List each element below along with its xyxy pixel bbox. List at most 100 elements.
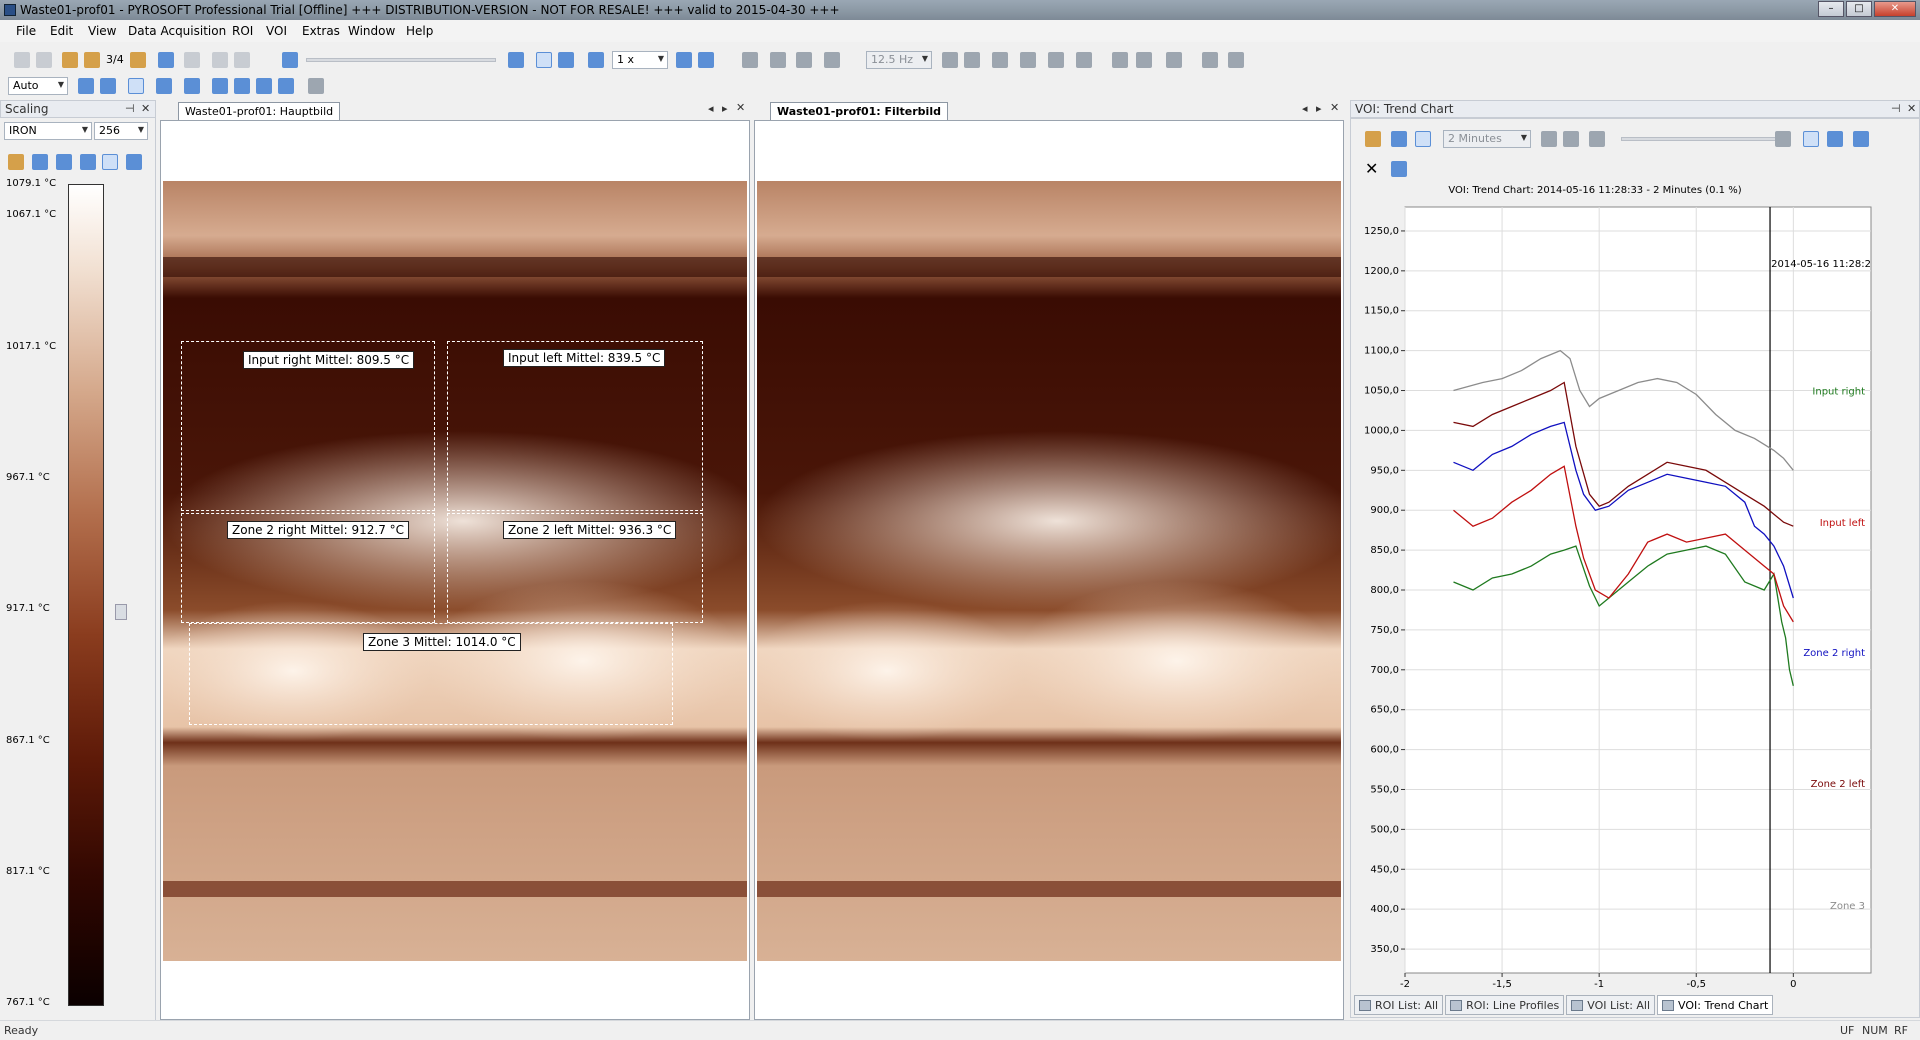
scroll-tabs-right-icon[interactable]: ▸ bbox=[1316, 102, 1322, 115]
print-preview-icon[interactable] bbox=[234, 52, 250, 68]
trend-close-icon[interactable]: ✕ bbox=[1907, 102, 1916, 115]
next-frame-icon[interactable] bbox=[130, 52, 146, 68]
calibration-icon[interactable] bbox=[1112, 52, 1128, 68]
cursor-tool-icon[interactable] bbox=[308, 78, 324, 94]
scale-max-scrollbar[interactable] bbox=[114, 184, 128, 584]
trend-copy-icon[interactable] bbox=[1827, 131, 1843, 147]
close-button[interactable]: ✕ bbox=[1874, 1, 1916, 17]
menu-data-acquisition[interactable]: Data Acquisition bbox=[128, 24, 226, 38]
menu-window[interactable]: Window bbox=[348, 24, 395, 38]
speed-up-icon[interactable] bbox=[676, 52, 692, 68]
menu-view[interactable]: View bbox=[88, 24, 116, 38]
alarm-icon[interactable] bbox=[1166, 52, 1182, 68]
trend-refresh-icon[interactable] bbox=[1365, 131, 1381, 147]
maximize-button[interactable]: □ bbox=[1846, 1, 1872, 17]
main-thermal-image[interactable]: Input right Mittel: 809.5 °C Input left … bbox=[163, 181, 747, 961]
fit-window-icon[interactable] bbox=[128, 78, 144, 94]
filter-icon[interactable] bbox=[992, 52, 1008, 68]
stop-acquisition-icon[interactable] bbox=[942, 52, 958, 68]
scroll-tabs-right-icon[interactable]: ▸ bbox=[722, 102, 728, 115]
print-icon[interactable] bbox=[212, 52, 228, 68]
zoom-out-icon[interactable] bbox=[100, 78, 116, 94]
copy-icon[interactable] bbox=[184, 52, 200, 68]
rotate-right-icon[interactable] bbox=[278, 78, 294, 94]
scale-expand-icon[interactable] bbox=[32, 154, 48, 170]
trend-interval-select[interactable]: 2 Minutes ▼ bbox=[1443, 130, 1531, 148]
trend-vertical-scrollbar[interactable] bbox=[1891, 189, 1905, 979]
menu-edit[interactable]: Edit bbox=[50, 24, 73, 38]
menu-file[interactable]: File bbox=[16, 24, 36, 38]
tab-main-image[interactable]: Waste01-prof01: Hauptbild bbox=[178, 102, 341, 120]
tab-filter-image[interactable]: Waste01-prof01: Filterbild bbox=[770, 102, 948, 120]
trend-save-icon[interactable] bbox=[1391, 161, 1407, 177]
tab-voi-list[interactable]: VOI List: All bbox=[1566, 995, 1656, 1015]
fast-forward-icon[interactable] bbox=[558, 52, 574, 68]
play-icon[interactable] bbox=[508, 52, 524, 68]
trend-pin-icon[interactable]: ⊣ bbox=[1891, 102, 1901, 115]
zoom-mode-select[interactable]: Auto ▼ bbox=[8, 77, 68, 95]
palette-select[interactable]: IRON ▼ bbox=[4, 122, 92, 140]
stop-icon[interactable] bbox=[588, 52, 604, 68]
save-icon[interactable] bbox=[158, 52, 174, 68]
trend-zoom-in-icon[interactable] bbox=[1541, 131, 1557, 147]
tab-voi-trend-chart[interactable]: VOI: Trend Chart bbox=[1657, 995, 1774, 1015]
flip-vertical-icon[interactable] bbox=[234, 78, 250, 94]
trend-zoom-out-icon[interactable] bbox=[1563, 131, 1579, 147]
trend-export-icon[interactable] bbox=[1415, 131, 1431, 147]
rate-select[interactable]: 12.5 Hz ▼ bbox=[866, 51, 932, 69]
filter-view-close-icon[interactable]: ✕ bbox=[1330, 101, 1339, 114]
acquisition-icon[interactable] bbox=[824, 52, 840, 68]
main-view-close-icon[interactable]: ✕ bbox=[736, 101, 745, 114]
previous-frame-icon[interactable] bbox=[84, 52, 100, 68]
playback-slider[interactable] bbox=[306, 58, 496, 62]
trigger-icon[interactable] bbox=[964, 52, 980, 68]
flip-horizontal-icon[interactable] bbox=[212, 78, 228, 94]
step-back-icon[interactable] bbox=[770, 52, 786, 68]
scale-auto-icon[interactable] bbox=[8, 154, 24, 170]
zoom-in-icon[interactable] bbox=[78, 78, 94, 94]
camera-settings-icon[interactable] bbox=[1048, 52, 1064, 68]
scale-min-down-icon[interactable] bbox=[80, 154, 96, 170]
scale-min-scrollbar[interactable] bbox=[114, 600, 128, 1010]
trend-settings-icon[interactable] bbox=[1391, 131, 1407, 147]
menu-voi[interactable]: VOI bbox=[266, 24, 287, 38]
open-folder-icon[interactable] bbox=[62, 52, 78, 68]
scaling-close-icon[interactable]: ✕ bbox=[141, 102, 150, 115]
trend-clear-icon[interactable]: ✕ bbox=[1365, 159, 1378, 178]
speed-down-icon[interactable] bbox=[698, 52, 714, 68]
pin-icon[interactable]: ⊣ bbox=[125, 102, 135, 115]
scroll-tabs-left-icon[interactable]: ◂ bbox=[708, 102, 714, 115]
trend-jump-icon[interactable] bbox=[1775, 131, 1791, 147]
trend-pan-icon[interactable] bbox=[1589, 131, 1605, 147]
menu-help[interactable]: Help bbox=[406, 24, 433, 38]
menu-roi[interactable]: ROI bbox=[232, 24, 253, 38]
trend-chart[interactable]: VOI: Trend Chart: 2014-05-16 11:28:33 - … bbox=[1355, 179, 1885, 993]
temperature-scale-bar[interactable] bbox=[68, 184, 104, 1006]
rewind-icon[interactable] bbox=[282, 52, 298, 68]
tab-roi-line-profiles[interactable]: ROI: Line Profiles bbox=[1445, 995, 1565, 1015]
tab-roi-list[interactable]: ROI List: All bbox=[1354, 995, 1444, 1015]
filter-thermal-image[interactable] bbox=[757, 181, 1341, 961]
alarm-settings-icon[interactable] bbox=[1202, 52, 1218, 68]
calibration-settings-icon[interactable] bbox=[1136, 52, 1152, 68]
rotate-left-icon[interactable] bbox=[256, 78, 272, 94]
trend-table-icon[interactable] bbox=[1853, 131, 1869, 147]
pause-icon[interactable] bbox=[536, 52, 552, 68]
scale-reset-icon[interactable] bbox=[126, 154, 142, 170]
scale-slider-thumb[interactable] bbox=[115, 604, 127, 620]
trend-time-slider[interactable] bbox=[1621, 137, 1781, 141]
new-project-icon[interactable] bbox=[36, 52, 52, 68]
scale-range-icon[interactable] bbox=[102, 154, 118, 170]
minimize-button[interactable]: – bbox=[1818, 1, 1844, 17]
record-icon[interactable] bbox=[742, 52, 758, 68]
grid-icon[interactable] bbox=[184, 78, 200, 94]
scale-max-up-icon[interactable] bbox=[56, 154, 72, 170]
speed-select[interactable]: 1 x ▼ bbox=[612, 51, 668, 69]
camera-icon[interactable] bbox=[1020, 52, 1036, 68]
scroll-tabs-left-icon[interactable]: ◂ bbox=[1302, 102, 1308, 115]
full-view-icon[interactable] bbox=[156, 78, 172, 94]
step-forward-icon[interactable] bbox=[796, 52, 812, 68]
levels-select[interactable]: 256 ▼ bbox=[94, 122, 148, 140]
export-icon[interactable] bbox=[1228, 52, 1244, 68]
new-file-icon[interactable] bbox=[14, 52, 30, 68]
